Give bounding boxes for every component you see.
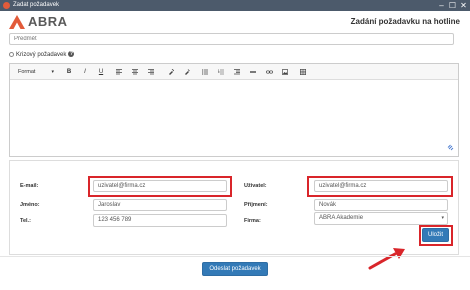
numbered-list-icon[interactable] [216,67,226,77]
abra-logo-mark-icon [9,15,25,29]
bullet-list-icon[interactable] [200,67,210,77]
page-title: Zadání požadavku na hotline [350,17,460,26]
abra-logo: ABRA [9,14,69,30]
window-title: Zadat požadavek [13,2,60,8]
company-select[interactable]: ABRA Akademie ▾ [314,212,448,225]
submit-request-button[interactable]: Odeslat požadavek [202,262,268,276]
firstname-label: Jméno: [20,202,40,208]
resize-grip-icon[interactable] [447,144,454,153]
format-dropdown[interactable]: Format ▾ [13,67,57,77]
underline-button[interactable]: U [96,67,106,77]
footer-divider [0,256,470,257]
bold-button[interactable]: B [64,67,74,77]
indent-icon[interactable] [232,67,242,77]
italic-button[interactable]: I [80,67,90,77]
editor-toolbar: Format ▾ B I U [10,64,458,80]
horizontal-rule-icon[interactable] [248,67,258,77]
minimize-button[interactable]: – [436,0,447,11]
save-highlight-box [419,225,453,246]
close-button[interactable]: ✕ [458,0,469,11]
chevron-down-icon: ▾ [441,215,444,221]
user-highlight-box [307,176,453,197]
phone-label: Tel.: [20,218,31,224]
user-label: Uživatel: [244,183,267,189]
table-icon[interactable] [298,67,308,77]
brand-name: ABRA [28,14,68,29]
crisis-label: Krizový požadavek [16,52,67,58]
description-editor[interactable]: Format ▾ B I U [9,63,459,157]
email-label: E-mail: [20,183,39,189]
email-highlight-box [88,176,232,197]
paint-format-icon[interactable] [166,67,176,77]
align-left-icon[interactable] [114,67,124,77]
abra-app-icon [3,2,10,9]
chevron-down-icon: ▾ [51,69,54,75]
surname-field[interactable]: Novák [314,199,448,211]
question-circle-icon[interactable]: ? [68,51,75,58]
window-titlebar: Zadat požadavek – ☐ ✕ [0,0,470,11]
crisis-request-option[interactable]: Krizový požadavek? [9,51,75,59]
maximize-button[interactable]: ☐ [447,0,458,11]
red-arrow-icon [368,248,405,270]
firstname-field[interactable]: Jaroslav [93,199,227,211]
format-label: Format [18,69,36,75]
align-right-icon[interactable] [146,67,156,77]
image-icon[interactable] [280,67,290,77]
align-center-icon[interactable] [130,67,140,77]
phone-field[interactable]: 123 456 789 [93,214,227,227]
clear-format-icon[interactable] [182,67,192,77]
crisis-checkbox[interactable] [9,51,14,57]
subject-input[interactable] [9,33,454,45]
company-value: ABRA Akademie [319,215,364,221]
link-icon[interactable] [264,67,274,77]
surname-label: Příjmení: [244,202,268,208]
company-label: Firma: [244,218,261,224]
